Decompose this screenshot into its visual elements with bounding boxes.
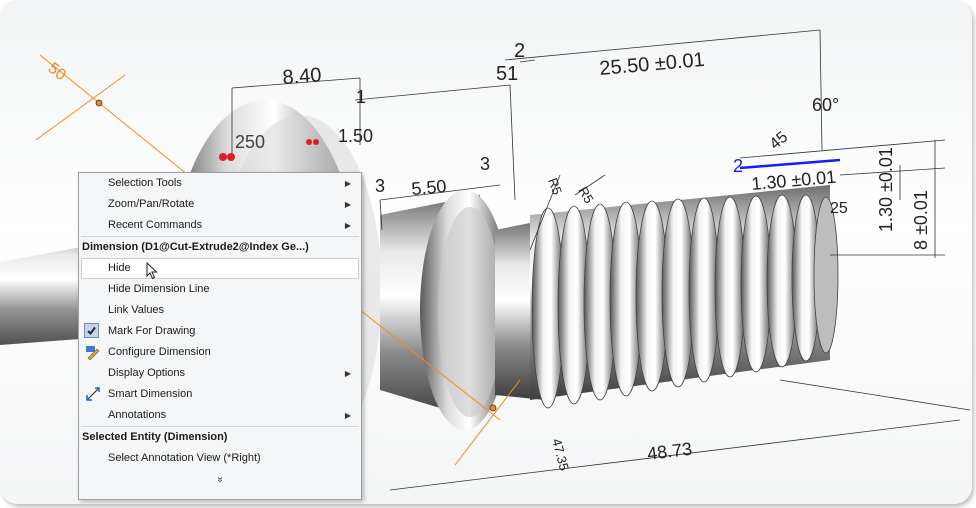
menu-item-configure-dimension[interactable]: Configure Dimension: [79, 342, 361, 363]
menu-item-annotations[interactable]: Annotations ▶: [79, 405, 361, 426]
menu-item-label: Recent Commands: [108, 219, 203, 231]
menu-item-label: Smart Dimension: [108, 388, 193, 400]
menu-item-label: Display Options: [108, 367, 186, 379]
submenu-arrow-icon: ▶: [344, 200, 351, 209]
dim-r5-b: R5: [575, 184, 596, 206]
mouse-cursor-icon: [146, 262, 158, 280]
menu-item-label: Select Annotation View (*Right): [108, 452, 261, 464]
submenu-arrow-icon: ▶: [344, 179, 351, 188]
menu-item-smart-dimension[interactable]: Smart Dimension: [79, 384, 361, 405]
menu-item-label: Hide: [108, 262, 131, 274]
menu-item-label: Selection Tools: [108, 177, 182, 189]
menu-expand-more[interactable]: »: [79, 469, 361, 490]
menu-item-hide[interactable]: Hide: [81, 258, 359, 280]
menu-section-header-selected-entity: Selected Entity (Dimension): [82, 431, 228, 443]
menu-section-header-dimension: Dimension (D1@Cut-Extrude2@Index Ge...): [82, 241, 309, 253]
dim-2-top: 2: [514, 40, 525, 62]
menu-item-select-annotation-view[interactable]: Select Annotation View (*Right): [79, 448, 361, 469]
menu-item-label: Mark For Drawing: [108, 325, 196, 337]
dim-3-left: 3: [375, 176, 385, 196]
submenu-arrow-icon: ▶: [344, 369, 351, 378]
menu-item-label: Hide Dimension Line: [108, 283, 210, 295]
menu-item-recent-commands[interactable]: Recent Commands ▶: [79, 215, 361, 236]
dim-60-deg: 60°: [812, 95, 839, 115]
context-menu[interactable]: Selection Tools ▶ Zoom/Pan/Rotate ▶ Rece…: [78, 172, 362, 500]
menu-item-mark-for-drawing[interactable]: Mark For Drawing: [79, 321, 361, 342]
submenu-arrow-icon: ▶: [344, 221, 351, 230]
dim-25: 25: [830, 200, 848, 217]
menu-item-label: Zoom/Pan/Rotate: [108, 198, 195, 210]
smart-dimension-icon: [85, 387, 100, 402]
dim-2-50: 250: [235, 132, 265, 152]
dim-r5-a: R5: [545, 176, 565, 197]
dim-47-35: 47.35: [549, 437, 572, 472]
menu-item-label: Link Values: [108, 304, 165, 316]
dim-5-50: 5.50: [411, 176, 448, 199]
menu-item-link-values[interactable]: Link Values: [79, 300, 361, 321]
dim-45: 45: [767, 129, 792, 154]
submenu-arrow-icon: ▶: [344, 411, 351, 420]
dim-1-50: 1.50: [338, 126, 373, 146]
dim-25-50: 25.50 ±0.01: [599, 49, 706, 80]
menu-item-display-options[interactable]: Display Options ▶: [79, 363, 361, 384]
dim-50: 50: [45, 60, 70, 84]
menu-item-hide-dimension-line[interactable]: Hide Dimension Line: [79, 279, 361, 300]
configure-dimension-icon: [85, 345, 100, 361]
menu-item-label: Annotations: [108, 409, 167, 421]
dim-48-73: 48.73: [646, 439, 693, 464]
menu-item-zoom-pan-rotate[interactable]: Zoom/Pan/Rotate ▶: [79, 194, 361, 215]
dim-8: 8 ±0.01: [911, 190, 931, 250]
menu-item-label: Configure Dimension: [108, 346, 211, 358]
hole-marker: [219, 153, 227, 161]
thread-ridges: [531, 194, 839, 409]
dim-2-selected: 2: [733, 156, 743, 176]
dim-8-40: 8.40: [282, 64, 322, 89]
dim-1-30-vertical: 1.30 ±0.01: [876, 147, 896, 232]
menu-item-selection-tools[interactable]: Selection Tools ▶: [79, 173, 361, 194]
dim-3-right: 3: [480, 154, 490, 174]
dim-1-top: 1: [356, 87, 366, 107]
dim-51: 51: [496, 63, 518, 85]
checkmark-icon: [84, 323, 99, 338]
graphics-viewport[interactable]: 50 8.40 1 1.50 2 51 25.50 ±0.01 60° 45 2…: [0, 0, 972, 504]
chevron-double-down-icon: »: [214, 476, 226, 483]
